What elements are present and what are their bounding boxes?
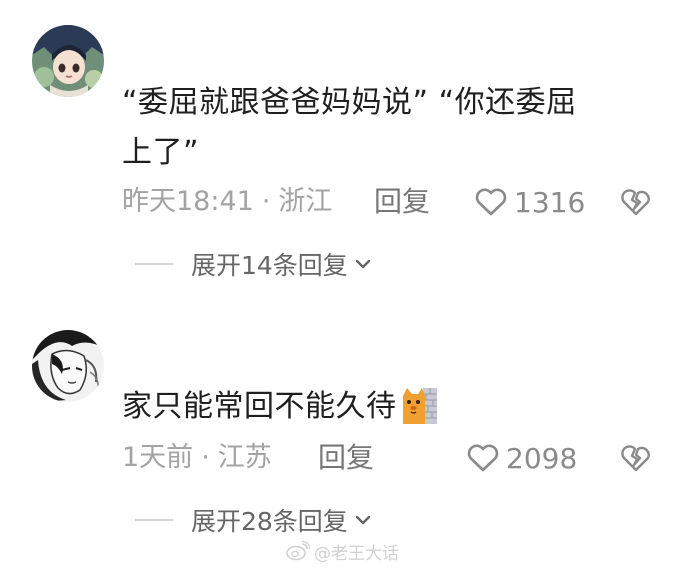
dislike-button[interactable] — [618, 438, 654, 478]
cat-behind-wall-emoji-icon — [401, 384, 437, 424]
comment-item: “委屈就跟爸爸妈妈说” “你还委屈 上了” 昨天18:41 · 浙江 回复 1316… — [0, 0, 690, 290]
comment-meta: 1天前 · 江苏 — [122, 438, 272, 478]
like-count: 1316 — [514, 185, 586, 219]
manga-avatar-icon — [32, 330, 104, 402]
reply-button[interactable]: 回复 — [318, 438, 374, 478]
comment-location: 江苏 — [217, 442, 272, 473]
separator-dot: · — [261, 186, 271, 217]
avatar[interactable] — [32, 330, 104, 402]
comment-text-line: 家只能常回不能久待 — [122, 389, 397, 424]
comment-text: “委屈就跟爸爸妈妈说” “你还委屈 上了” — [122, 78, 652, 178]
watermark-text: @老王大话 — [314, 543, 399, 564]
heart-icon — [475, 188, 507, 216]
chevron-down-icon — [355, 259, 371, 269]
like-button[interactable]: 1316 — [474, 182, 585, 222]
expand-replies-label: 展开28条回复 — [191, 507, 348, 536]
comment-time: 昨天18:41 — [122, 186, 254, 217]
separator-dot: · — [201, 442, 210, 473]
anime-avatar-icon — [32, 25, 104, 97]
divider-line — [135, 519, 173, 521]
watermark: @老王大话 — [286, 538, 399, 564]
heart-icon — [467, 444, 499, 472]
comment-text-line: 上了” — [122, 135, 200, 170]
weibo-logo-icon — [286, 541, 310, 561]
comment-text-line: “委屈就跟爸爸妈妈说” “你还委屈 — [122, 85, 577, 120]
like-button[interactable]: 2098 — [466, 438, 577, 478]
like-count: 2098 — [506, 441, 578, 475]
avatar[interactable] — [32, 25, 104, 97]
reply-button[interactable]: 回复 — [374, 182, 430, 222]
comment-meta: 昨天18:41 · 浙江 — [122, 182, 332, 222]
expand-replies-button[interactable]: 展开14条回复 — [135, 244, 372, 284]
expand-replies-button[interactable]: 展开28条回复 — [135, 500, 372, 540]
divider-line — [135, 263, 173, 265]
comment-text: 家只能常回不能久待 — [122, 382, 652, 432]
chevron-down-icon — [355, 515, 371, 525]
comment-time: 1天前 — [122, 442, 194, 473]
expand-replies-label: 展开14条回复 — [191, 251, 348, 280]
broken-heart-icon — [621, 189, 650, 216]
comment-location: 浙江 — [278, 186, 333, 217]
dislike-button[interactable] — [618, 182, 654, 222]
broken-heart-icon — [621, 445, 650, 472]
comment-item: 家只能常回不能久待 1天前 · 江苏 回复 2098 展开28条回复 — [0, 290, 690, 540]
